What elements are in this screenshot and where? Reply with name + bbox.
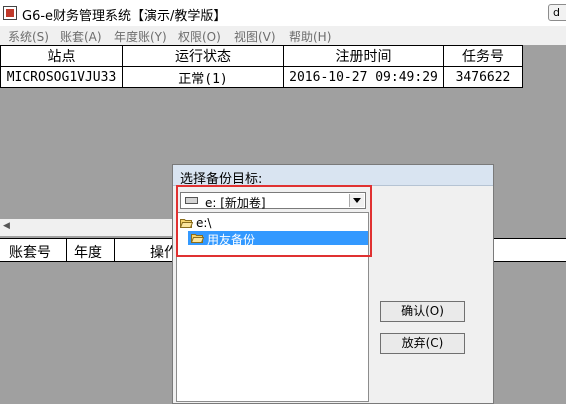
cancel-button[interactable]: 放弃(C)	[380, 333, 465, 354]
menu-bar: 系统(S) 账套(A) 年度账(Y) 权限(O) 视图(V) 帮助(H)	[0, 26, 566, 45]
column-header-year: 年度	[74, 245, 102, 261]
cell-status: 正常(1)	[122, 66, 284, 88]
backup-target-dialog: 选择备份目标: e: [新加卷] e:\ 用友备份 确认(O) 放弃(C)	[172, 164, 494, 404]
column-header-site: 站点	[0, 45, 123, 67]
menu-system[interactable]: 系统(S)	[8, 28, 49, 45]
confirm-button[interactable]: 确认(O)	[380, 301, 465, 322]
cell-register-time: 2016-10-27 09:49:29	[283, 66, 444, 88]
column-header-status: 运行状态	[122, 45, 284, 67]
window-title: G6-e财务管理系统【演示/教学版】	[22, 9, 227, 24]
menu-permissions[interactable]: 权限(O)	[178, 28, 221, 45]
menu-annual-account[interactable]: 年度账(Y)	[114, 28, 167, 45]
cell-task-id: 3476622	[443, 66, 523, 88]
dialog-title-bar: 选择备份目标:	[173, 165, 493, 187]
horizontal-scrollbar[interactable]: ◀	[0, 219, 172, 236]
scroll-left-icon[interactable]: ◀	[3, 221, 10, 231]
account-table-header: 账套号 年度 操作	[0, 238, 178, 262]
annotation-highlight-box	[176, 185, 372, 257]
column-header-register-time: 注册时间	[283, 45, 444, 67]
menu-account-set[interactable]: 账套(A)	[60, 28, 102, 45]
app-icon	[3, 6, 17, 20]
column-header-task-id: 任务号	[443, 45, 523, 67]
menu-help[interactable]: 帮助(H)	[289, 28, 331, 45]
menu-view[interactable]: 视图(V)	[234, 28, 276, 45]
title-bar: G6-e财务管理系统【演示/教学版】 d	[0, 0, 566, 26]
site-table: 站点 运行状态 注册时间 任务号 MICROSOG1VJU33 正常(1) 20…	[0, 45, 523, 88]
table-row[interactable]: MICROSOG1VJU33 正常(1) 2016-10-27 09:49:29…	[0, 66, 523, 88]
cell-site: MICROSOG1VJU33	[0, 66, 123, 88]
account-table-header-tail	[494, 238, 566, 262]
window-control-button[interactable]: d	[548, 4, 566, 21]
column-header-account-no: 账套号	[9, 245, 51, 261]
